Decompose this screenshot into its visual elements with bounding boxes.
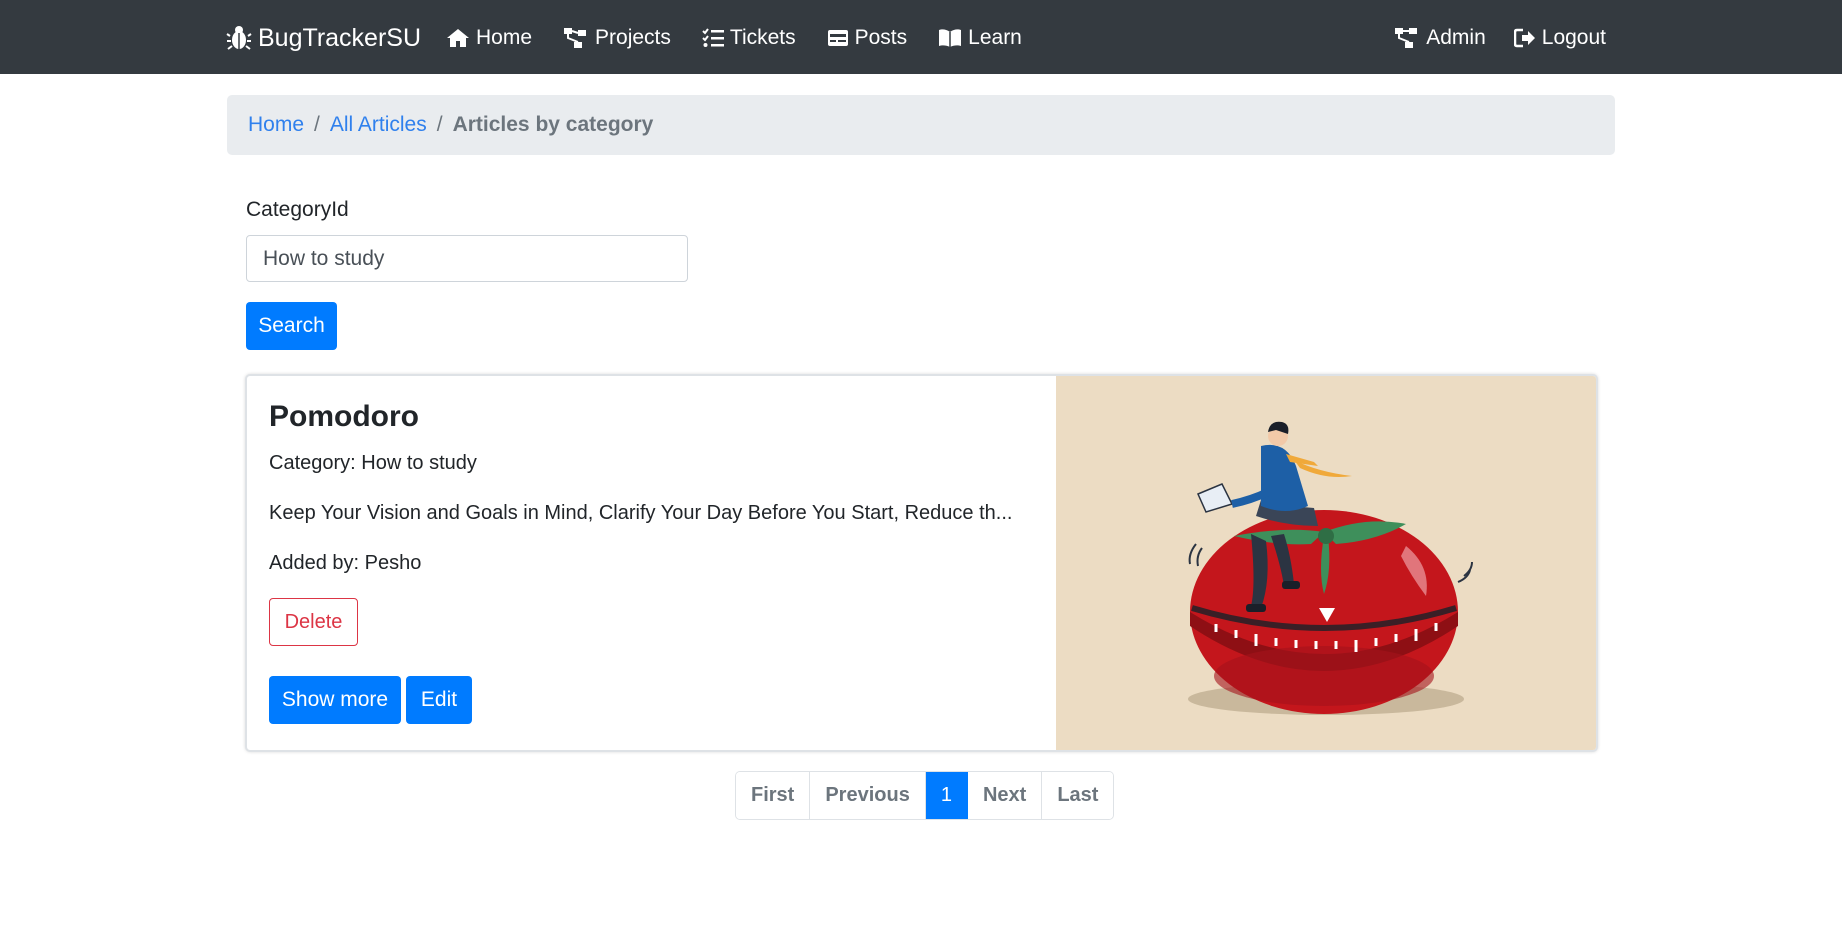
nav-item-label: Learn [968, 26, 1022, 49]
pagination: First Previous 1 Next Last [735, 771, 1115, 820]
article-category: Category: How to study [269, 452, 477, 474]
breadcrumb: Home / All Articles / Articles by catego… [227, 95, 1615, 155]
article-added-by: Added by: Pesho [269, 552, 422, 574]
pomodoro-illustration [1188, 421, 1473, 715]
sitemap-icon [564, 28, 587, 48]
category-id-input[interactable] [246, 235, 688, 282]
logout-icon [1513, 28, 1535, 48]
home-icon [447, 29, 469, 47]
article-title: Pomodoro [269, 400, 419, 433]
nav-item-logout[interactable]: Logout [1513, 26, 1606, 50]
nav-item-home[interactable]: Home [446, 26, 532, 50]
main-nav: Home Projects Tickets Posts Learn [446, 22, 1053, 54]
breadcrumb-home[interactable]: Home [248, 113, 304, 137]
brand-name: BugTrackerSU [258, 23, 422, 52]
page-previous[interactable]: Previous [810, 772, 926, 819]
article-card: Pomodoro Category: How to study Keep You… [245, 374, 1598, 752]
page-current[interactable]: 1 [925, 772, 968, 819]
sitemap-icon [1395, 28, 1418, 48]
page-first[interactable]: First [736, 772, 811, 819]
right-nav: Admin Logout [1366, 22, 1606, 54]
article-image [1056, 376, 1596, 750]
breadcrumb-all-articles[interactable]: All Articles [330, 113, 427, 137]
page-next[interactable]: Next [967, 772, 1043, 819]
brand-link[interactable]: BugTrackerSU [226, 22, 421, 54]
card-icon [827, 30, 848, 46]
breadcrumb-separator: / [436, 113, 443, 136]
delete-button[interactable]: Delete [269, 598, 358, 646]
nav-item-posts[interactable]: Posts [827, 26, 908, 50]
page-last[interactable]: Last [1042, 772, 1114, 819]
breadcrumb-current: Articles by category [452, 113, 654, 136]
search-button[interactable]: Search [246, 302, 337, 350]
nav-item-label: Home [476, 26, 533, 49]
nav-item-label: Logout [1541, 26, 1606, 49]
breadcrumb-separator: / [314, 113, 320, 136]
nav-item-label: Admin [1426, 26, 1486, 49]
nav-item-label: Posts [854, 26, 908, 49]
nav-item-label: Projects [595, 26, 671, 49]
book-icon [939, 29, 962, 47]
bug-icon [226, 26, 252, 50]
nav-item-tickets[interactable]: Tickets [702, 26, 796, 50]
category-id-label: CategoryId [246, 198, 349, 221]
tasks-icon [702, 28, 724, 47]
nav-item-learn[interactable]: Learn [938, 26, 1022, 50]
nav-item-admin[interactable]: Admin [1394, 26, 1486, 50]
edit-button[interactable]: Edit [406, 676, 472, 724]
nav-item-label: Tickets [729, 26, 796, 49]
nav-item-projects[interactable]: Projects [563, 26, 671, 50]
article-excerpt: Keep Your Vision and Goals in Mind, Clar… [269, 502, 1013, 524]
show-more-button[interactable]: Show more [269, 676, 401, 724]
top-navbar: BugTrackerSU Home Projects Tickets Posts… [0, 0, 1842, 74]
article-card-body: Pomodoro Category: How to study Keep You… [247, 376, 1056, 750]
